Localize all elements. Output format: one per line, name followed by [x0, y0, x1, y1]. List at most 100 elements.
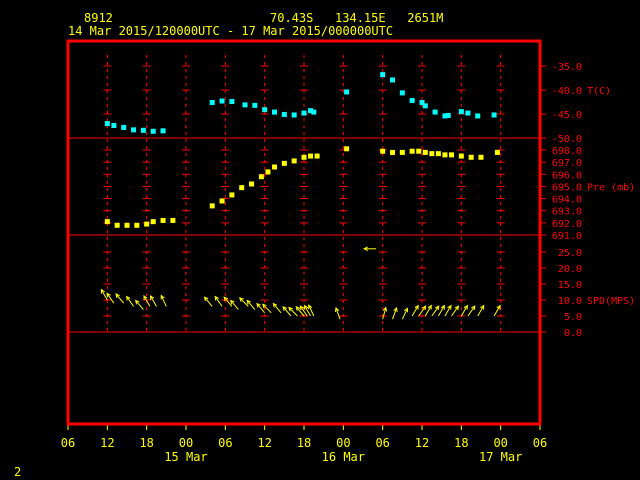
temperature-point	[380, 72, 386, 78]
pressure-point	[416, 148, 422, 154]
temperature-point	[291, 112, 297, 118]
y-tick-label: 693.0	[552, 207, 582, 218]
pressure-point	[114, 222, 120, 228]
temperature-point	[121, 124, 127, 130]
page-number: 2	[14, 465, 21, 479]
pressure-point	[442, 152, 448, 158]
pressure-point	[399, 149, 405, 155]
temperature-point	[399, 90, 405, 96]
temperature-point	[465, 110, 471, 116]
x-tick-label: 12	[100, 436, 114, 450]
pressure-point	[344, 146, 350, 152]
x-tick-label: 18	[454, 436, 468, 450]
pressure-point	[390, 149, 395, 155]
pressure-point	[258, 174, 264, 180]
pressure-point	[265, 169, 271, 175]
x-tick-label: 00	[336, 436, 350, 450]
pressure-point	[291, 158, 297, 164]
pressure-point	[494, 149, 500, 155]
pressure-point	[170, 217, 176, 223]
pressure-point	[380, 148, 386, 154]
y-tick-label: 691.0	[552, 231, 582, 242]
x-tick-label: 18	[297, 436, 311, 450]
pressure-point	[249, 181, 255, 187]
pressure-point	[160, 217, 166, 223]
pressure-point	[209, 203, 215, 209]
x-tick-label: 12	[257, 436, 271, 450]
temperature-point	[491, 112, 497, 118]
temperature-point	[475, 113, 481, 119]
temperature-point	[131, 127, 137, 133]
pressure-point	[308, 153, 314, 159]
temperature-point	[209, 99, 215, 105]
pressure-point	[229, 192, 235, 198]
background	[0, 0, 640, 480]
pressure-point	[478, 154, 484, 160]
y-tick-label: -40.0	[552, 86, 582, 97]
pressure-point	[150, 219, 156, 225]
temperature-point	[252, 102, 258, 108]
temperature-point	[229, 99, 235, 105]
temperature-point	[422, 103, 428, 109]
temperature-point	[390, 77, 395, 83]
pressure-point	[449, 152, 454, 158]
y-tick-label: 0.0	[564, 328, 582, 339]
temperature-point	[311, 109, 317, 115]
x-tick-label: 18	[139, 436, 153, 450]
x-tick-label: 00	[179, 436, 193, 450]
panel-label: SPD(MPS)	[587, 296, 635, 307]
temperature-point	[111, 123, 117, 129]
x-tick-label: 06	[375, 436, 389, 450]
pressure-point	[134, 222, 140, 228]
temperature-point	[301, 110, 307, 116]
station-id: 8912	[84, 11, 113, 25]
temperature-point	[445, 112, 451, 118]
pressure-point	[104, 219, 110, 225]
pressure-point	[422, 149, 428, 155]
temperature-point	[458, 109, 464, 115]
y-tick-label: -45.0	[552, 110, 582, 121]
y-tick-label: 25.0	[558, 248, 582, 259]
pressure-point	[124, 222, 130, 228]
y-tick-label: 692.0	[552, 219, 582, 230]
x-tick-label: 06	[533, 436, 547, 450]
pressure-point	[468, 154, 474, 160]
temperature-point	[242, 102, 248, 108]
temperature-point	[344, 89, 350, 95]
x-tick-label: 06	[61, 436, 75, 450]
pressure-point	[429, 151, 435, 157]
pressure-point	[281, 160, 287, 166]
x-date-label: 17 Mar	[479, 450, 522, 464]
temperature-point	[409, 98, 415, 104]
pressure-point	[301, 154, 307, 160]
x-tick-label: 00	[493, 436, 507, 450]
meteogram-chart: 8912 70.43S 134.15E 2651M 14 Mar 2015/12…	[0, 0, 640, 480]
time-range: 14 Mar 2015/120000UTC - 17 Mar 2015/0000…	[68, 24, 393, 38]
y-tick-label: 20.0	[558, 264, 582, 275]
x-date-label: 16 Mar	[322, 450, 365, 464]
y-tick-label: 695.0	[552, 182, 582, 193]
pressure-point	[144, 221, 150, 227]
y-tick-label: 698.0	[552, 146, 582, 157]
pressure-point	[219, 198, 225, 204]
pressure-point	[409, 148, 415, 154]
temperature-point	[219, 98, 225, 104]
x-tick-label: 12	[415, 436, 429, 450]
temperature-point	[281, 111, 287, 117]
panel-label: Pre (mb)	[587, 182, 635, 193]
y-tick-label: 5.0	[564, 312, 582, 323]
temperature-point	[272, 109, 277, 115]
y-tick-label: -50.0	[552, 134, 582, 145]
y-tick-label: -35.0	[552, 62, 582, 73]
station-location: 70.43S 134.15E 2651M	[270, 11, 443, 25]
x-tick-label: 06	[218, 436, 232, 450]
temperature-point	[160, 128, 166, 134]
pressure-point	[239, 185, 245, 191]
y-tick-label: 15.0	[558, 280, 582, 291]
pressure-point	[314, 153, 320, 159]
pressure-point	[272, 164, 277, 170]
pressure-point	[435, 151, 441, 157]
y-tick-label: 694.0	[552, 195, 582, 206]
pressure-point	[458, 153, 464, 159]
temperature-point	[432, 109, 438, 115]
